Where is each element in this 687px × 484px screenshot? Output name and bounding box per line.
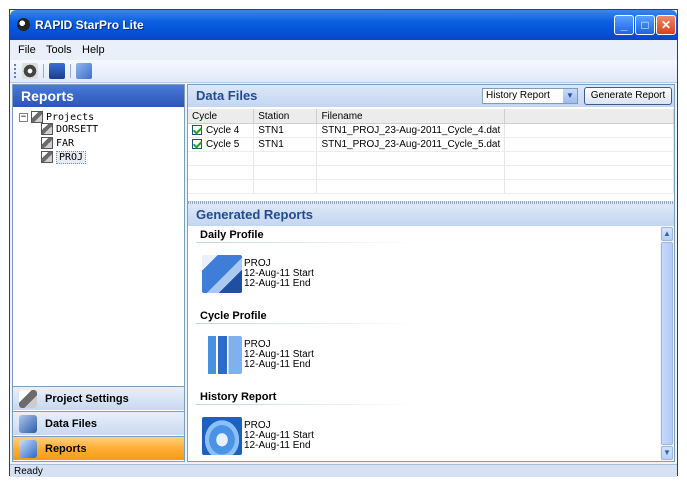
report-type-value: History Report	[486, 90, 550, 101]
reports-icon[interactable]	[76, 63, 92, 79]
table-header-row: Cycle Station Filename	[188, 109, 674, 124]
scroll-down-icon[interactable]: ▼	[661, 446, 673, 460]
station-cell: STN1	[253, 123, 318, 138]
nav-label: Data Files	[45, 418, 97, 430]
report-section-title: History Report	[200, 391, 277, 403]
tree-item-label: PROJ	[56, 151, 87, 164]
daily-profile-thumbnail-icon[interactable]	[202, 255, 242, 293]
filename-cell: STN1_PROJ_23-Aug-2011_Cycle_4.dat	[316, 123, 506, 138]
cycle-value: Cycle 5	[206, 139, 240, 150]
settings-gear-icon[interactable]	[22, 63, 38, 79]
window-title: RAPID StarPro Lite	[35, 18, 144, 32]
chevron-down-icon[interactable]: ▼	[563, 89, 577, 103]
minimize-icon: _	[620, 18, 628, 32]
menu-bar: File Tools Help	[10, 40, 677, 60]
project-icon	[41, 123, 53, 135]
project-icon	[41, 151, 53, 163]
toolbar-grip[interactable]	[14, 64, 18, 78]
reports-icon	[19, 440, 37, 458]
sidebar: Reports − Projects DORSETT FAR PROJ Proje…	[12, 84, 185, 462]
nav-project-settings[interactable]: Project Settings	[13, 386, 184, 410]
column-header-cycle[interactable]: Cycle	[188, 109, 255, 124]
maximize-icon: □	[641, 18, 649, 32]
scroll-up-icon[interactable]: ▲	[661, 227, 673, 241]
empty-cell	[504, 137, 674, 152]
app-window: RAPID StarPro Lite _ □ ✕ File Tools Help…	[9, 9, 678, 477]
menu-tools[interactable]: Tools	[46, 44, 72, 56]
report-end: 12-Aug-11 End	[244, 359, 311, 370]
data-files-table: Cycle Station Filename Cycle 4 STN1 STN1…	[188, 109, 674, 194]
cycle-cell: Cycle 4	[188, 123, 255, 138]
tree-item-label: FAR	[56, 138, 75, 149]
row-checkbox[interactable]	[192, 125, 202, 136]
report-end: 12-Aug-11 End	[244, 278, 311, 289]
history-report-thumbnail-icon[interactable]	[202, 417, 242, 455]
nav-label: Project Settings	[45, 393, 129, 405]
tree-item-label: DORSETT	[56, 124, 99, 135]
menu-help[interactable]: Help	[82, 44, 105, 56]
tree-root-label: Projects	[46, 112, 95, 123]
reports-scrollbar[interactable]: ▲ ▼	[660, 226, 674, 461]
data-files-icon[interactable]	[49, 63, 65, 79]
table-row[interactable]: Cycle 4 STN1 STN1_PROJ_23-Aug-2011_Cycle…	[188, 123, 674, 138]
collapse-icon[interactable]: −	[19, 112, 28, 122]
project-settings-icon	[19, 390, 37, 408]
report-info[interactable]: PROJ 12-Aug-11 Start 12-Aug-11 End	[244, 259, 314, 289]
table-row-empty	[188, 179, 674, 194]
cycle-cell: Cycle 5	[188, 137, 255, 152]
toolbar-separator	[70, 64, 71, 78]
scroll-thumb[interactable]	[661, 242, 673, 445]
report-section-title: Daily Profile	[200, 229, 264, 241]
projects-folder-icon	[31, 111, 43, 123]
column-header-empty	[504, 109, 674, 124]
data-files-title: Data Files	[196, 88, 258, 103]
maximize-button[interactable]: □	[635, 15, 655, 35]
generate-report-button[interactable]: Generate Report	[584, 87, 672, 105]
column-header-station[interactable]: Station	[253, 109, 318, 124]
section-divider	[196, 242, 416, 243]
filename-cell: STN1_PROJ_23-Aug-2011_Cycle_5.dat	[316, 137, 506, 152]
report-section-title: Cycle Profile	[200, 310, 267, 322]
nav-label: Reports	[45, 443, 87, 455]
tree-item-dorsett[interactable]: DORSETT	[41, 123, 98, 137]
report-info[interactable]: PROJ 12-Aug-11 Start 12-Aug-11 End	[244, 340, 314, 370]
app-logo-icon	[17, 18, 30, 31]
column-header-filename[interactable]: Filename	[316, 109, 506, 124]
section-divider	[196, 404, 416, 405]
generated-reports-list: Daily Profile PROJ 12-Aug-11 Start 12-Au…	[188, 226, 660, 461]
table-row-empty	[188, 151, 674, 166]
close-icon: ✕	[660, 18, 672, 32]
project-icon	[41, 137, 53, 149]
status-text: Ready	[14, 466, 43, 477]
row-checkbox[interactable]	[192, 139, 202, 150]
tree-item-proj[interactable]: PROJ	[41, 151, 87, 165]
title-bar[interactable]: RAPID StarPro Lite _ □ ✕	[10, 10, 677, 40]
empty-cell	[504, 123, 674, 138]
cycle-value: Cycle 4	[206, 125, 240, 136]
report-info[interactable]: PROJ 12-Aug-11 Start 12-Aug-11 End	[244, 421, 314, 451]
close-button[interactable]: ✕	[656, 15, 676, 35]
status-bar: Ready	[10, 464, 677, 477]
nav-reports[interactable]: Reports	[13, 436, 184, 460]
main-panel: Data Files History Report ▼ Generate Rep…	[187, 84, 675, 462]
sidebar-title: Reports	[13, 85, 184, 107]
tree-item-far[interactable]: FAR	[41, 137, 74, 151]
section-divider	[196, 323, 416, 324]
data-files-icon	[19, 415, 37, 433]
minimize-button[interactable]: _	[614, 15, 634, 35]
cycle-profile-thumbnail-icon[interactable]	[202, 336, 242, 374]
report-end: 12-Aug-11 End	[244, 440, 311, 451]
report-type-select[interactable]: History Report ▼	[482, 88, 578, 104]
generated-reports-header: Generated Reports	[188, 204, 674, 226]
data-files-header: Data Files History Report ▼ Generate Rep…	[188, 85, 674, 107]
menu-file[interactable]: File	[18, 44, 36, 56]
nav-data-files[interactable]: Data Files	[13, 411, 184, 435]
table-row[interactable]: Cycle 5 STN1 STN1_PROJ_23-Aug-2011_Cycle…	[188, 137, 674, 152]
toolbar	[10, 60, 677, 83]
station-cell: STN1	[253, 137, 318, 152]
table-row-empty	[188, 165, 674, 180]
toolbar-separator	[43, 64, 44, 78]
